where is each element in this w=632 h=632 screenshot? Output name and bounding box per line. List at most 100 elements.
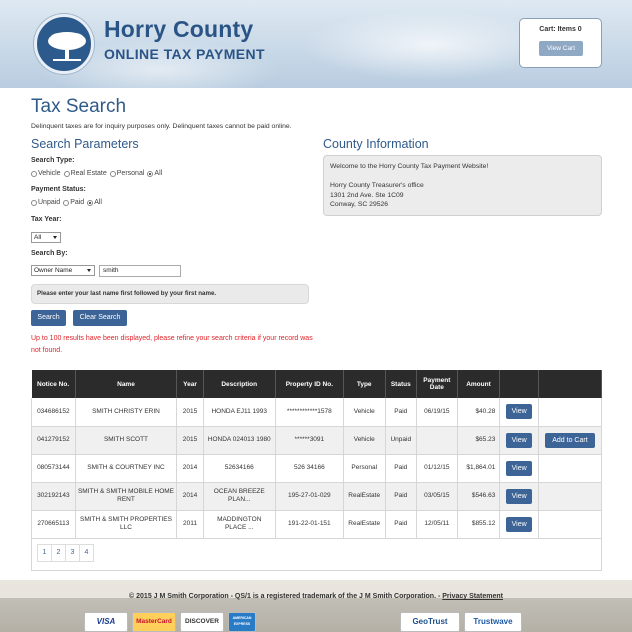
cell-add-to-cart	[538, 454, 603, 483]
cart-panel: Cart: Items 0 View Cart	[519, 18, 602, 68]
column-header	[538, 370, 603, 398]
cell-notice: 270665113	[31, 510, 76, 539]
page-link-1[interactable]: 1	[37, 544, 52, 562]
table-row: 041279152 SMITH SCOTT 2015 HONDA 024013 198…	[31, 426, 603, 455]
cell-status: Paid	[385, 454, 418, 483]
cell-type: Vehicle	[343, 398, 386, 427]
cell-notice: 302192143	[31, 482, 76, 511]
column-header: Name	[75, 370, 178, 398]
radio-button[interactable]	[31, 199, 37, 206]
radio-button[interactable]	[109, 170, 116, 177]
column-header: Year	[176, 370, 204, 398]
cell-property-id: 195-27-01-029	[275, 482, 344, 511]
cell-type: RealEstate	[343, 482, 386, 511]
page-title: Tax Search	[31, 96, 127, 117]
payment-status-radio-group: Unpaid Paid All	[31, 199, 102, 206]
cell-view: View	[499, 398, 539, 427]
amex-card-icon: AMERICAN EXPRESS	[228, 612, 256, 632]
page-link-4[interactable]: 4	[79, 544, 94, 562]
cell-view: View	[499, 510, 539, 539]
column-header: Payment Date	[416, 370, 458, 398]
search-parameters-heading: Search Parameters	[31, 137, 139, 151]
cell-date	[416, 426, 458, 455]
search-button[interactable]: Search	[31, 310, 66, 326]
cell-add-to-cart	[538, 482, 603, 511]
table-row: 080573144 SMITH & COURTNEY INC 2014 5263416…	[31, 454, 603, 483]
radio-button[interactable]	[63, 199, 70, 206]
cell-name: SMITH SCOTT	[75, 426, 178, 455]
search-by-label: Search By:	[31, 250, 68, 257]
county-info-box: Welcome to the Horry County Tax Payment …	[323, 155, 602, 216]
table-row: 034686152 SMITH CHRISTY ERIN 2015 HONDA EJ1…	[31, 398, 603, 427]
view-button[interactable]: View	[506, 432, 533, 448]
discover-card-icon: DISCOVER	[180, 612, 224, 632]
cell-year: 2015	[176, 426, 204, 455]
payment-status-label: Payment Status:	[31, 186, 86, 193]
cell-amount: $1,864.01	[457, 454, 501, 483]
cell-description: HONDA EJ11 1993	[203, 398, 276, 427]
view-button[interactable]: View	[506, 516, 533, 532]
tax-year-label: Tax Year:	[31, 216, 62, 223]
cell-add-to-cart: Add to Cart	[538, 426, 603, 455]
radio-button[interactable]	[31, 170, 37, 177]
page-link-3[interactable]: 3	[65, 544, 80, 562]
payment-status-option-unpaid[interactable]: Unpaid	[31, 199, 60, 206]
table-header-row: Notice No. Name Year Description Property ID…	[31, 370, 603, 398]
radio-button-selected[interactable]	[147, 170, 154, 177]
view-button[interactable]: View	[506, 460, 533, 476]
cell-property-id: ******3091	[275, 426, 344, 455]
payment-status-option-paid[interactable]: Paid	[63, 199, 84, 206]
cell-type: RealEstate	[343, 510, 386, 539]
search-type-option-personal[interactable]: Personal	[109, 170, 144, 177]
chevron-down-icon	[53, 236, 57, 239]
geotrust-seal-icon[interactable]: GeoTrust	[400, 612, 460, 632]
cell-description: MADDINGTON PLACE ...	[203, 510, 276, 539]
cell-date: 01/12/15	[416, 454, 458, 483]
cell-add-to-cart	[538, 398, 603, 427]
site-subtitle: ONLINE TAX PAYMENT	[104, 46, 265, 62]
search-by-select[interactable]: Owner Name	[31, 265, 95, 276]
footer-copyright: © 2015 J M Smith Corporation - QS/1 is a…	[129, 593, 503, 600]
mastercard-icon: MasterCard	[132, 612, 176, 632]
tax-year-select[interactable]: All	[31, 232, 61, 243]
radio-button-selected[interactable]	[87, 199, 94, 206]
search-hint-box: Please enter your last name first follow…	[31, 284, 309, 304]
cell-status: Paid	[385, 398, 418, 427]
cell-status: Paid	[385, 510, 418, 539]
add-to-cart-button[interactable]: Add to Cart	[544, 432, 595, 448]
cell-view: View	[499, 454, 539, 483]
cell-year: 2014	[176, 482, 204, 511]
radio-button[interactable]	[63, 170, 70, 177]
cell-add-to-cart	[538, 510, 603, 539]
view-button[interactable]: View	[506, 404, 533, 420]
cell-year: 2015	[176, 398, 204, 427]
view-cart-button[interactable]: View Cart	[539, 41, 583, 56]
cell-amount: $40.28	[457, 398, 501, 427]
clear-search-button[interactable]: Clear Search	[73, 310, 127, 326]
results-limit-warning: Up to 100 results have been displayed, p…	[31, 335, 313, 354]
pagination-container: 1234	[31, 537, 602, 571]
cell-date: 06/19/15	[416, 398, 458, 427]
column-header: Status	[385, 370, 418, 398]
cell-view: View	[499, 426, 539, 455]
trustwave-seal-icon[interactable]: Trustwave	[464, 612, 522, 632]
cell-description: OCEAN BREEZE PLAN...	[203, 482, 276, 511]
cell-name: SMITH & SMITH PROPERTIES LLC	[75, 510, 178, 539]
tree-icon	[48, 32, 86, 61]
page-link-2[interactable]: 2	[51, 544, 66, 562]
search-type-radio-group: Vehicle Real Estate Personal All	[31, 170, 162, 177]
search-type-option-all[interactable]: All	[147, 170, 162, 177]
county-seal-logo[interactable]	[34, 14, 94, 74]
search-type-option-real-estate[interactable]: Real Estate	[63, 170, 107, 177]
search-input[interactable]: smith	[99, 265, 181, 277]
view-button[interactable]: View	[506, 488, 533, 504]
cell-type: Personal	[343, 454, 386, 483]
privacy-statement-link[interactable]: Privacy Statement	[442, 593, 503, 600]
table-row: 302192143 SMITH & SMITH MOBILE HOME RENT 2…	[31, 482, 603, 511]
cell-view: View	[499, 482, 539, 511]
search-type-option-vehicle[interactable]: Vehicle	[31, 170, 61, 177]
payment-status-option-all[interactable]: All	[87, 199, 102, 206]
search-type-label: Search Type:	[31, 157, 75, 164]
delinquent-notice: Delinquent taxes are for inquiry purpose…	[31, 123, 292, 130]
cell-property-id: 526 34166	[275, 454, 344, 483]
